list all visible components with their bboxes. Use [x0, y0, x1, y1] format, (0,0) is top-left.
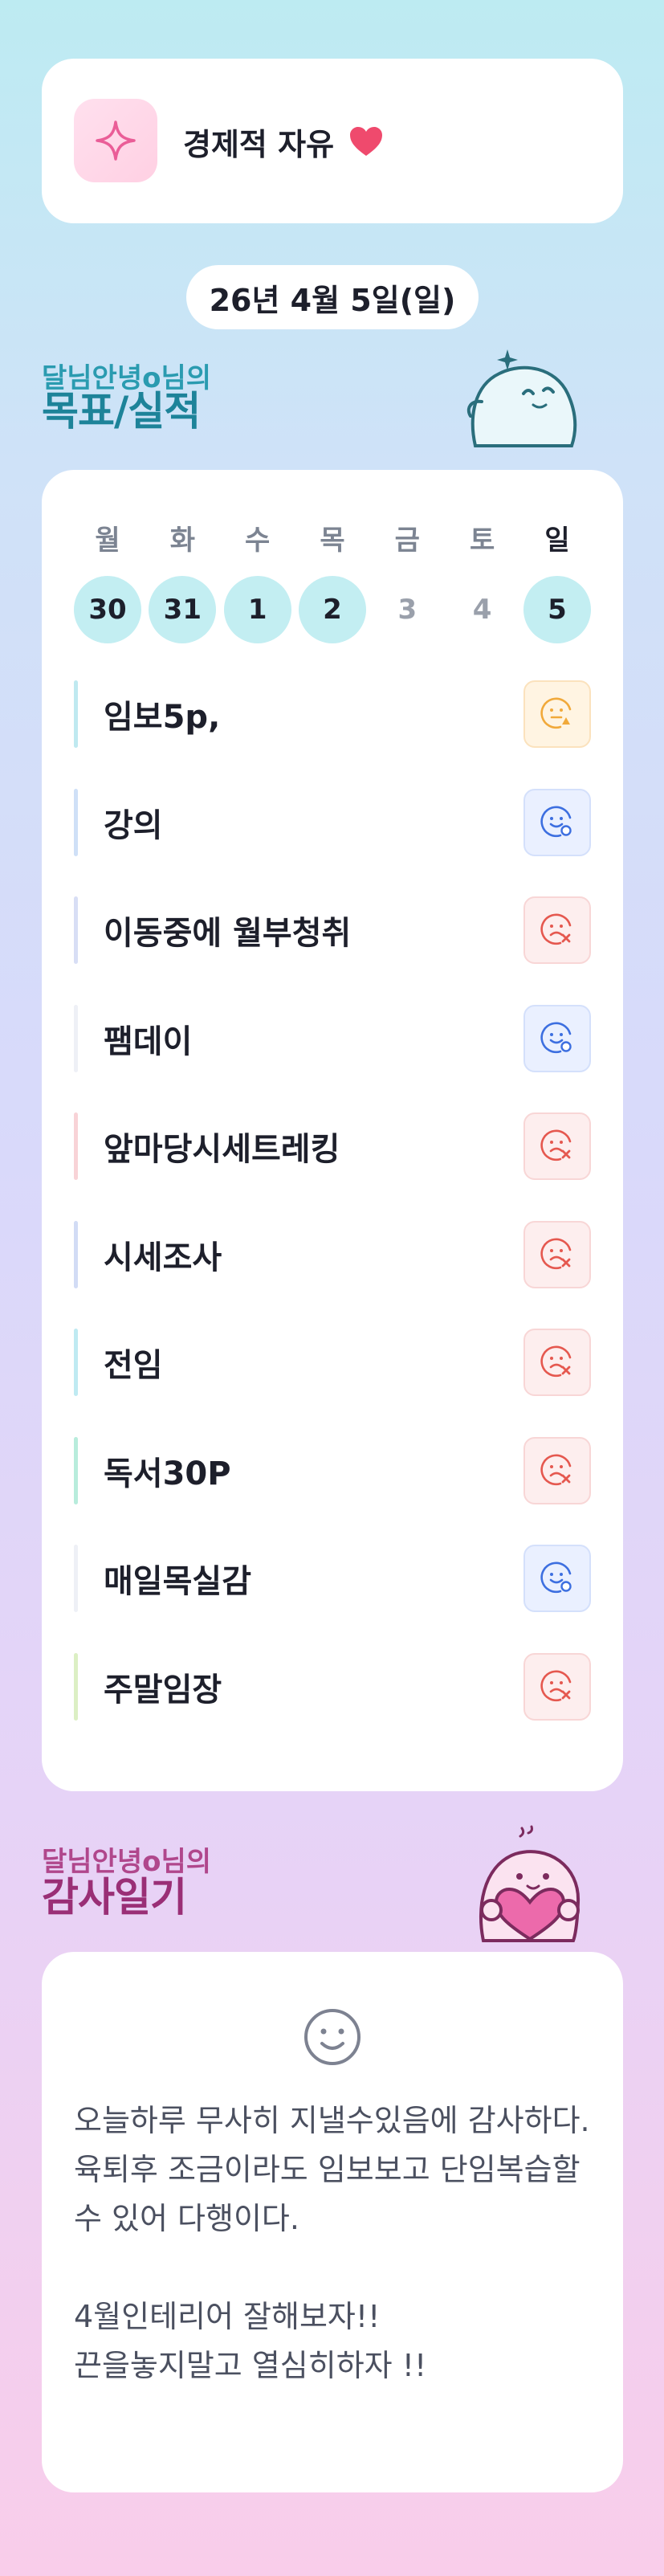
goal-item[interactable]: 앞마당시세트레킹 [74, 1112, 591, 1180]
date-label[interactable]: 26년 4월 5일(일) [186, 265, 479, 329]
day-cell[interactable]: 1 [223, 576, 291, 643]
weekday-label: 화 [169, 525, 195, 557]
worried-warning-icon[interactable] [523, 680, 591, 748]
sad-x-icon[interactable] [523, 1220, 591, 1288]
weekday-row: 월 화 수 목 금 토 일 [74, 518, 591, 557]
day-cell[interactable]: 30 [74, 576, 141, 643]
goal-card[interactable]: 경제적 자유 [42, 59, 623, 223]
goal-item[interactable]: 주말임장 [74, 1652, 591, 1721]
goal-label: 이동중에 월부청취 [104, 915, 352, 952]
day-cell[interactable]: 4 [449, 576, 516, 643]
weekday-label: 수 [245, 525, 271, 557]
goals-section-title: 목표/실적 [42, 388, 201, 435]
sad-x-icon[interactable] [523, 1329, 591, 1396]
goal-label: 강의 [104, 806, 163, 844]
goal-color-bar [74, 788, 78, 856]
thanks-section-title: 감사일기 [42, 1874, 187, 1921]
goal-color-bar [74, 1220, 78, 1288]
heart-icon [350, 127, 383, 156]
goals-card: 월 화 수 목 금 토 일 30 31 1 2 3 4 5 임보5p, 강의 이… [42, 470, 623, 1791]
goal-item[interactable]: 강의 [74, 788, 591, 856]
goal-item[interactable]: 시세조사 [74, 1220, 591, 1288]
goal-color-bar [74, 1112, 78, 1180]
day-cell[interactable]: 31 [149, 576, 217, 643]
goal-title-row: 경제적 자유 [183, 121, 384, 162]
day-cell[interactable]: 3 [373, 576, 441, 643]
weekday-label: 월 [95, 525, 120, 557]
smile-check-icon[interactable] [523, 1004, 591, 1072]
goal-color-bar [74, 1545, 78, 1612]
goal-color-bar [74, 1652, 78, 1721]
goal-label: 매일목실감 [104, 1563, 251, 1600]
goal-item[interactable]: 독서30P [74, 1436, 591, 1504]
goal-icon-box [74, 99, 157, 182]
goal-label: 임보5p, [104, 699, 221, 736]
weekday-label: 목 [320, 525, 345, 557]
goal-item[interactable]: 팸데이 [74, 1004, 591, 1072]
weekday-label: 금 [394, 525, 420, 557]
smile-check-icon[interactable] [523, 788, 591, 856]
day-row: 30 31 1 2 3 4 5 [74, 576, 591, 643]
goal-label: 시세조사 [104, 1239, 222, 1276]
goal-color-bar [74, 1004, 78, 1072]
goal-label: 앞마당시세트레킹 [104, 1131, 340, 1168]
weekday-label-today: 일 [544, 525, 570, 557]
goal-label: 전임 [104, 1347, 163, 1384]
mascot-heart-illustration [479, 1825, 580, 1942]
goal-color-bar [74, 680, 78, 748]
goal-color-bar [74, 896, 78, 964]
sparkle-icon [96, 120, 136, 161]
mascot-illustration [466, 349, 577, 447]
day-cell-today[interactable]: 5 [523, 576, 591, 643]
goal-item[interactable]: 전임 [74, 1329, 591, 1396]
weekday-label: 토 [470, 525, 495, 557]
day-cell[interactable]: 2 [298, 576, 366, 643]
thanks-diary-text: 오늘하루 무사히 지낼수있음에 감사하다. 육퇴후 조금이라도 임보보고 단임복… [74, 2103, 590, 2383]
smile-icon [304, 2009, 361, 2065]
sad-x-icon[interactable] [523, 1652, 591, 1721]
thanks-card[interactable]: 오늘하루 무사히 지낼수있음에 감사하다. 육퇴후 조금이라도 임보보고 단임복… [42, 1952, 623, 2492]
goal-color-bar [74, 1329, 78, 1396]
goal-item[interactable]: 이동중에 월부청취 [74, 896, 591, 964]
goal-color-bar [74, 1436, 78, 1504]
goal-item[interactable]: 임보5p, [74, 680, 591, 748]
goal-title: 경제적 자유 [183, 126, 335, 162]
sad-x-icon[interactable] [523, 1436, 591, 1504]
goal-label: 주말임장 [104, 1671, 222, 1708]
smile-check-icon[interactable] [523, 1545, 591, 1612]
goal-label: 팸데이 [104, 1023, 193, 1060]
sad-x-icon[interactable] [523, 896, 591, 964]
goal-label: 독서30P [104, 1455, 231, 1492]
sad-x-icon[interactable] [523, 1112, 591, 1180]
goal-item[interactable]: 매일목실감 [74, 1545, 591, 1612]
